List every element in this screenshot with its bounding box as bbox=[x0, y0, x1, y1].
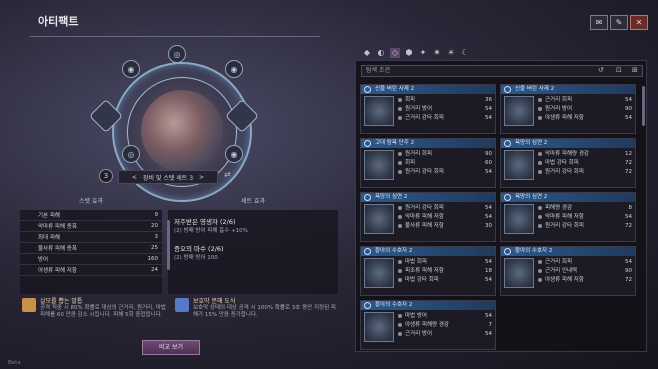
artifact-image bbox=[504, 258, 534, 288]
tab-8-icon[interactable]: ☾ bbox=[460, 48, 470, 58]
set-effect-line: (2) 방패 방어 100 bbox=[174, 254, 218, 261]
artifact-type-icon bbox=[364, 194, 371, 201]
artifact-card[interactable]: 욕망의 심연 2 피해량 경감 8 악마류 피해 저항 54 원거리 강타 회피 72 bbox=[500, 192, 636, 242]
skill-item: 보호막 분해 도식 보호막 상태의 대상 공격 시 100% 확률로 3초 동안… bbox=[175, 298, 340, 326]
artifact-type-icon bbox=[504, 140, 511, 147]
set-number-badge: 3 bbox=[99, 169, 113, 183]
claw-skill-icon bbox=[22, 298, 36, 312]
card-title: 황야의 수호자 2 bbox=[375, 248, 413, 254]
compare-button[interactable]: 비교 보기 bbox=[142, 340, 200, 355]
artifact-type-icon bbox=[364, 302, 371, 309]
artifact-image bbox=[364, 150, 394, 180]
tab-5-icon[interactable]: ✦ bbox=[418, 48, 428, 58]
artifact-image bbox=[504, 204, 534, 234]
tab-2-icon[interactable]: ◐ bbox=[376, 48, 386, 58]
tab-7-icon[interactable]: ☀ bbox=[446, 48, 456, 58]
artifact-slot-3[interactable]: ◉ bbox=[225, 60, 243, 78]
card-title: 황야의 수호자 2 bbox=[375, 302, 413, 308]
artifact-slot-5[interactable]: ◉ bbox=[225, 145, 243, 163]
artifact-image bbox=[364, 96, 394, 126]
skill-item: 살모를 뽑는 발톱 공격 적중 시 80% 확률로 대상의 근거리, 원거리, … bbox=[22, 298, 167, 326]
reset-icon[interactable]: ↺ bbox=[598, 66, 604, 74]
artifact-image bbox=[364, 204, 394, 234]
stat-row: 방어 160 bbox=[20, 254, 162, 265]
artifact-type-icon bbox=[504, 194, 511, 201]
tab-3-icon[interactable]: ◇ bbox=[390, 48, 400, 58]
tab-6-icon[interactable]: ✷ bbox=[432, 48, 442, 58]
tab-all-icon[interactable]: ◆ bbox=[362, 48, 372, 58]
mail-button[interactable]: ✉ bbox=[590, 15, 608, 30]
next-set-button[interactable]: > bbox=[199, 174, 204, 181]
skill-desc: 보호막 상태의 대상 공격 시 100% 확률로 3초 동안 지정된 피해가 1… bbox=[193, 305, 336, 318]
stat-row: 기본 피해 9 bbox=[20, 210, 162, 221]
artifact-image bbox=[364, 312, 394, 342]
artifact-slot-2[interactable]: ◎ bbox=[168, 45, 186, 63]
inventory-scrollbar[interactable] bbox=[642, 86, 645, 126]
artifact-card[interactable]: 황야의 수호자 2 근거리 회피 54 근거리 인내력 90 야생류 피해 저항 72 bbox=[500, 246, 636, 296]
artifact-slot-4[interactable]: ◎ bbox=[122, 145, 140, 163]
card-title: 신을 버린 사제 2 bbox=[375, 86, 415, 92]
card-title: 욕망의 심연 2 bbox=[375, 194, 408, 200]
card-title: 고대 탐욕 단주 2 bbox=[375, 140, 415, 146]
artifact-type-icon bbox=[364, 248, 371, 255]
artifact-image bbox=[504, 150, 534, 180]
shield-skill-icon bbox=[175, 298, 189, 312]
card-title: 신을 버린 사제 2 bbox=[515, 86, 555, 92]
stat-row: 야생류 피해 저항 24 bbox=[20, 265, 162, 276]
stat-row: 최대 피해 3 bbox=[20, 232, 162, 243]
stat-effects-list: 기본 피해 9 악마류 피해 증폭 20 최대 피해 3 불사류 피해 증폭 25 방어… bbox=[20, 210, 162, 294]
artifact-card[interactable]: 황야의 수호자 2 마법 회피 54 피조류 피해 저항 18 마법 강타 회피 54 bbox=[360, 246, 496, 296]
prev-set-button[interactable]: < bbox=[132, 174, 137, 181]
card-title: 욕망의 심연 2 bbox=[515, 194, 548, 200]
artifact-card[interactable]: 욕망의 심연 2 원거리 강타 회피 54 악마류 피해 저항 54 불사류 피해 … bbox=[360, 192, 496, 242]
version-label: Beta bbox=[8, 360, 21, 366]
skill-desc: 공격 적중 시 80% 확률로 대상의 근거리, 원거리, 마법 피해를 60 … bbox=[40, 305, 166, 318]
swap-icon[interactable]: ⇄ bbox=[224, 170, 231, 179]
artifact-card[interactable]: 고대 탐욕 단주 2 원거리 회피 90 회피 60 원거리 강타 회피 54 bbox=[360, 138, 496, 188]
set-effect-title: 저주받은 영생자 (2/6) bbox=[174, 218, 236, 226]
filter-tabs: ◆ ◐ ◇ ⬢ ✦ ✷ ☀ ☾ bbox=[362, 48, 470, 58]
stat-row: 악마류 피해 증폭 20 bbox=[20, 221, 162, 232]
artifact-type-icon bbox=[504, 248, 511, 255]
tab-4-icon[interactable]: ⬢ bbox=[404, 48, 414, 58]
artifact-creature-image bbox=[141, 90, 223, 172]
divider bbox=[30, 36, 320, 37]
artifact-image bbox=[504, 96, 534, 126]
set-effect-title: 증오의 마수 (2/6) bbox=[174, 244, 224, 253]
artifact-card[interactable]: 신을 버린 사제 2 회피 36 원거리 방어 54 근거리 강타 회피 54 bbox=[360, 84, 496, 134]
artifact-card[interactable]: 신을 버린 사제 2 근거리 회피 54 원거리 방어 90 야생류 피해 저항 54 bbox=[500, 84, 636, 134]
set-label: 장비 및 스텟 세트 3 bbox=[142, 174, 194, 182]
close-button[interactable]: ✕ bbox=[630, 15, 648, 30]
set-effects-scrollbar[interactable] bbox=[167, 220, 170, 270]
artifact-image bbox=[364, 258, 394, 288]
artifact-card[interactable]: 황야의 수호자 2 마법 방어 54 야생류 피해량 경감 7 근거리 방어 54 bbox=[360, 300, 496, 350]
artifact-card[interactable]: 욕망의 심연 2 악마류 피해량 경감 12 마법 강타 회피 72 원거리 강타 … bbox=[500, 138, 636, 188]
artifact-slot-1[interactable]: ◉ bbox=[122, 60, 140, 78]
artifact-type-icon bbox=[364, 140, 371, 147]
set-effect-line: (2) 방패 방어 피해 흡수 +10% bbox=[174, 228, 248, 234]
lock-icon[interactable]: ⊡ bbox=[616, 66, 622, 74]
card-title: 황야의 수호자 2 bbox=[515, 248, 553, 254]
stat-effects-heading: 스텟 효과 bbox=[79, 198, 103, 205]
set-selector[interactable]: < 장비 및 스텟 세트 3 > bbox=[118, 170, 218, 184]
artifact-type-icon bbox=[504, 86, 511, 93]
page-title: 아티팩트 bbox=[38, 15, 79, 28]
artifact-type-icon bbox=[364, 86, 371, 93]
edit-button[interactable]: ✎ bbox=[610, 15, 628, 30]
card-title: 욕망의 심연 2 bbox=[515, 140, 548, 146]
set-effects-heading: 세트 효과 bbox=[241, 198, 265, 205]
stat-row: 불사류 피해 증폭 25 bbox=[20, 243, 162, 254]
set-effects-list: 저주받은 영생자 (2/6) (2) 방패 방어 피해 흡수 +10% 증오의 … bbox=[168, 210, 338, 294]
sort-icon[interactable]: ⊞ bbox=[632, 66, 638, 74]
